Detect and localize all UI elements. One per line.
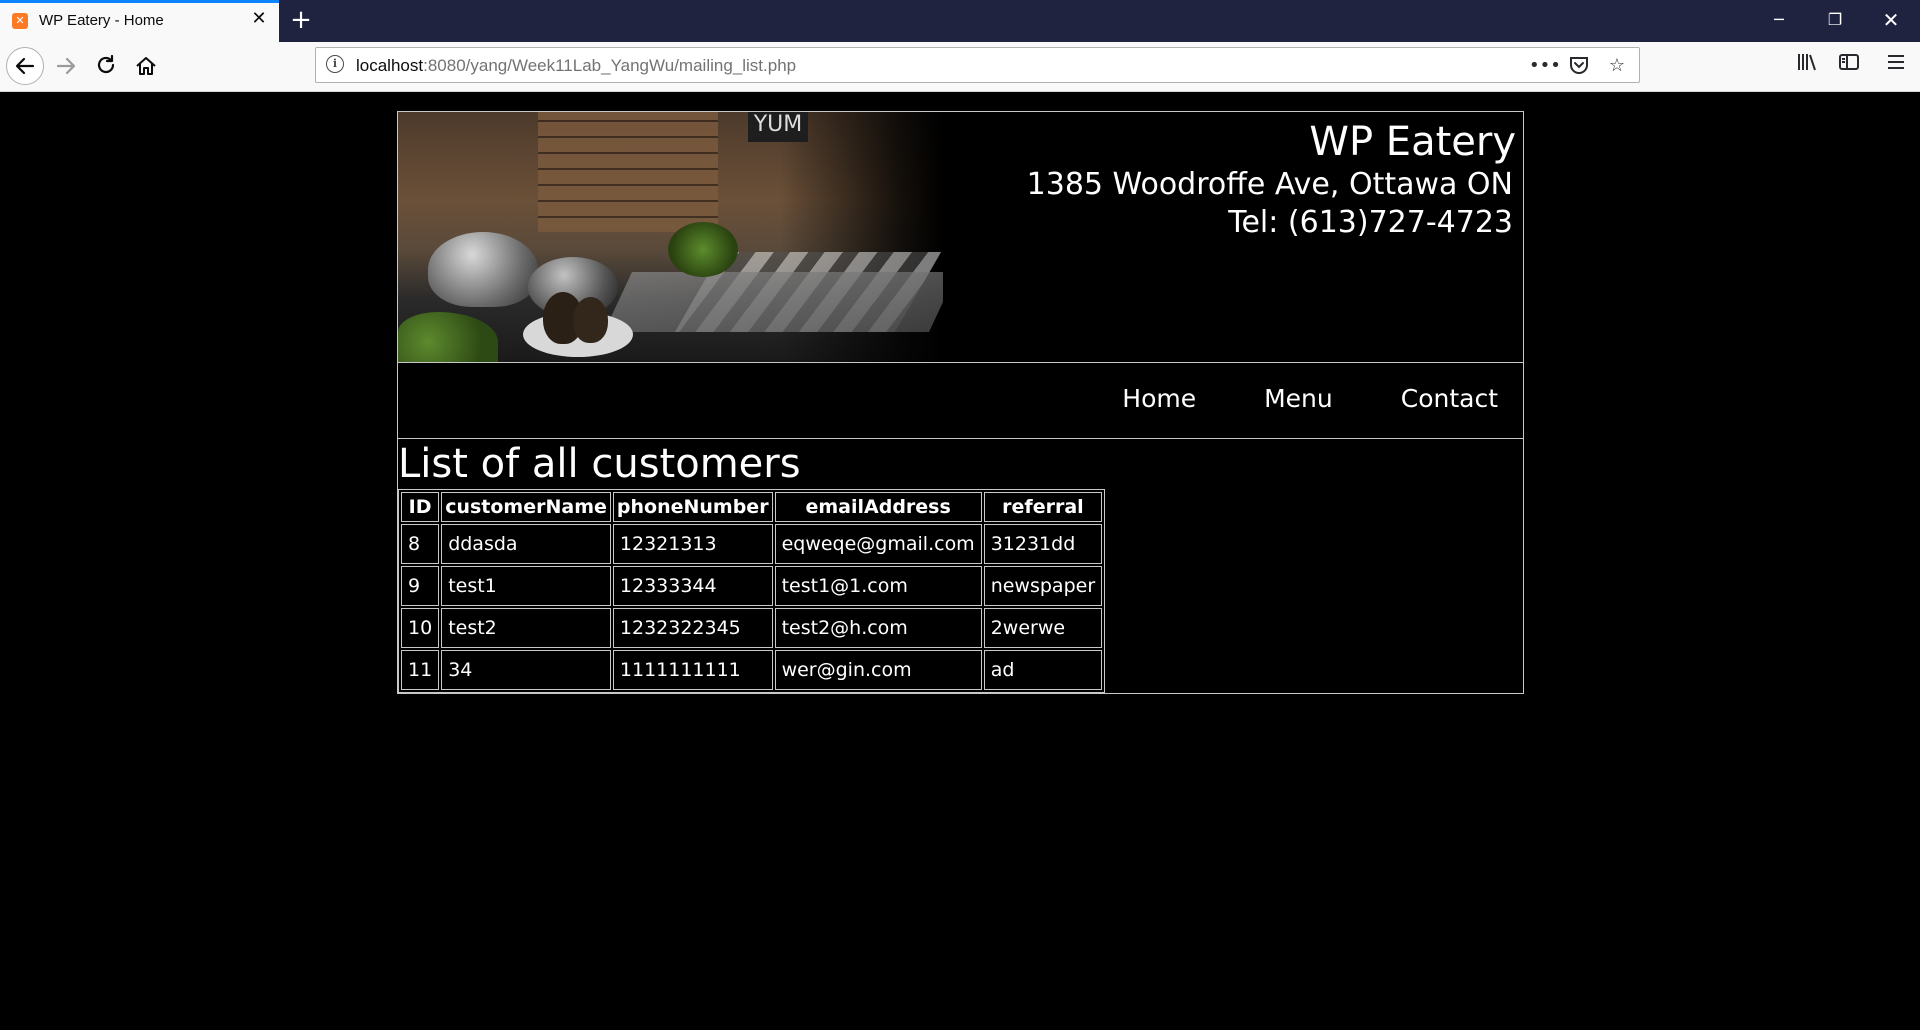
table-row: 10 test2 1232322345 test2@h.com 2werwe [401,608,1103,648]
main-navigation: Home Menu Contact [398,363,1523,439]
xampp-favicon-icon: ✕ [12,13,28,29]
address-bar[interactable]: i localhost:8080/yang/Week11Lab_YangWu/m… [315,47,1640,83]
brand-block: WP Eatery 1385 Woodroffe Ave, Ottawa ON … [1026,118,1516,242]
brick-wall-image-detail [538,112,718,232]
cell-email-address: eqweqe@gmail.com [774,524,982,564]
table-row: 8 ddasda 12321313 eqweqe@gmail.com 31231… [401,524,1103,564]
more-dots-icon[interactable]: ••• [1529,54,1561,78]
page-title: List of all customers [398,441,801,487]
main-content: List of all customers ID customerName ph… [398,439,1523,693]
cell-id: 10 [401,608,440,648]
counter-image-detail [604,272,943,332]
yum-sign: YUM [748,112,808,142]
back-arrow-icon[interactable] [6,47,44,85]
cell-phone-number: 12321313 [612,524,773,564]
restaurant-kitchen-image: YUM [398,112,943,362]
cell-customer-name: ddasda [441,524,611,564]
url-path: :8080/yang/Week11Lab_YangWu/mailing_list… [423,56,797,75]
table-row: 9 test1 12333344 test1@1.com newspaper [401,566,1103,606]
customers-table: ID customerName phoneNumber emailAddress… [398,489,1106,693]
restore-window-button[interactable]: ❐ [1812,0,1858,40]
column-header-email-address: emailAddress [774,492,982,522]
table-header-row: ID customerName phoneNumber emailAddress… [401,492,1103,522]
cell-referral: 2werwe [983,608,1103,648]
info-icon[interactable]: i [326,55,344,73]
avocado-image-detail [573,297,608,343]
tab-title: WP Eatery - Home [39,12,164,29]
close-window-button[interactable]: ✕ [1868,0,1914,40]
plant-image-detail [668,222,738,277]
cell-id: 11 [401,650,440,690]
sidebar-icon[interactable] [1833,50,1865,82]
cell-phone-number: 1111111111 [612,650,773,690]
hamburger-menu-icon[interactable] [1880,50,1912,82]
url-actions: ••• ☆ [1529,52,1629,80]
cell-customer-name: test2 [441,608,611,648]
site-address: 1385 Woodroffe Ave, Ottawa ON [1026,167,1513,202]
pot-image-detail [428,232,538,307]
nav-link-home[interactable]: Home [1122,384,1196,414]
cell-id: 9 [401,566,440,606]
table-row: 11 34 1111111111 wer@gin.com ad [401,650,1103,690]
new-tab-button[interactable]: + [288,6,314,34]
site-container: YUM WP Eatery 1385 Woodroffe Ave, Ottawa… [397,111,1524,694]
nav-link-menu[interactable]: Menu [1264,384,1333,414]
site-name: WP Eatery [1309,119,1516,165]
tab-close-icon[interactable]: ✕ [249,9,269,29]
column-header-id: ID [401,492,440,522]
library-icon[interactable] [1791,50,1823,82]
cell-phone-number: 12333344 [612,566,773,606]
active-tab[interactable]: ✕ WP Eatery - Home ✕ [0,0,279,42]
tab-strip: ✕ WP Eatery - Home ✕ + ─ ❐ ✕ [0,0,1920,42]
forward-arrow-icon[interactable] [48,48,84,84]
page-viewport: YUM WP Eatery 1385 Woodroffe Ave, Ottawa… [0,92,1920,1030]
pocket-icon[interactable] [1567,54,1591,78]
site-header: YUM WP Eatery 1385 Woodroffe Ave, Ottawa… [398,112,1523,363]
greens-image-detail [398,312,498,362]
column-header-referral: referral [983,492,1103,522]
navigation-toolbar: i localhost:8080/yang/Week11Lab_YangWu/m… [0,42,1920,92]
cell-referral: ad [983,650,1103,690]
cell-email-address: test2@h.com [774,608,982,648]
column-header-phone-number: phoneNumber [612,492,773,522]
minimize-window-button[interactable]: ─ [1756,0,1802,40]
site-phone: Tel: (613)727-4723 [1228,205,1513,240]
url-host: localhost [356,56,424,75]
cell-email-address: test1@1.com [774,566,982,606]
star-icon[interactable]: ☆ [1605,54,1629,78]
cell-referral: 31231dd [983,524,1103,564]
cell-customer-name: 34 [441,650,611,690]
nav-link-contact[interactable]: Contact [1401,384,1498,414]
home-icon[interactable] [128,48,164,84]
nav-links: Home Menu Contact [1122,384,1498,414]
column-header-customer-name: customerName [441,492,611,522]
url-text[interactable]: localhost:8080/yang/Week11Lab_YangWu/mai… [356,56,796,76]
cell-id: 8 [401,524,440,564]
cell-email-address: wer@gin.com [774,650,982,690]
cell-customer-name: test1 [441,566,611,606]
reload-icon[interactable] [88,48,124,84]
cell-phone-number: 1232322345 [612,608,773,648]
cell-referral: newspaper [983,566,1103,606]
